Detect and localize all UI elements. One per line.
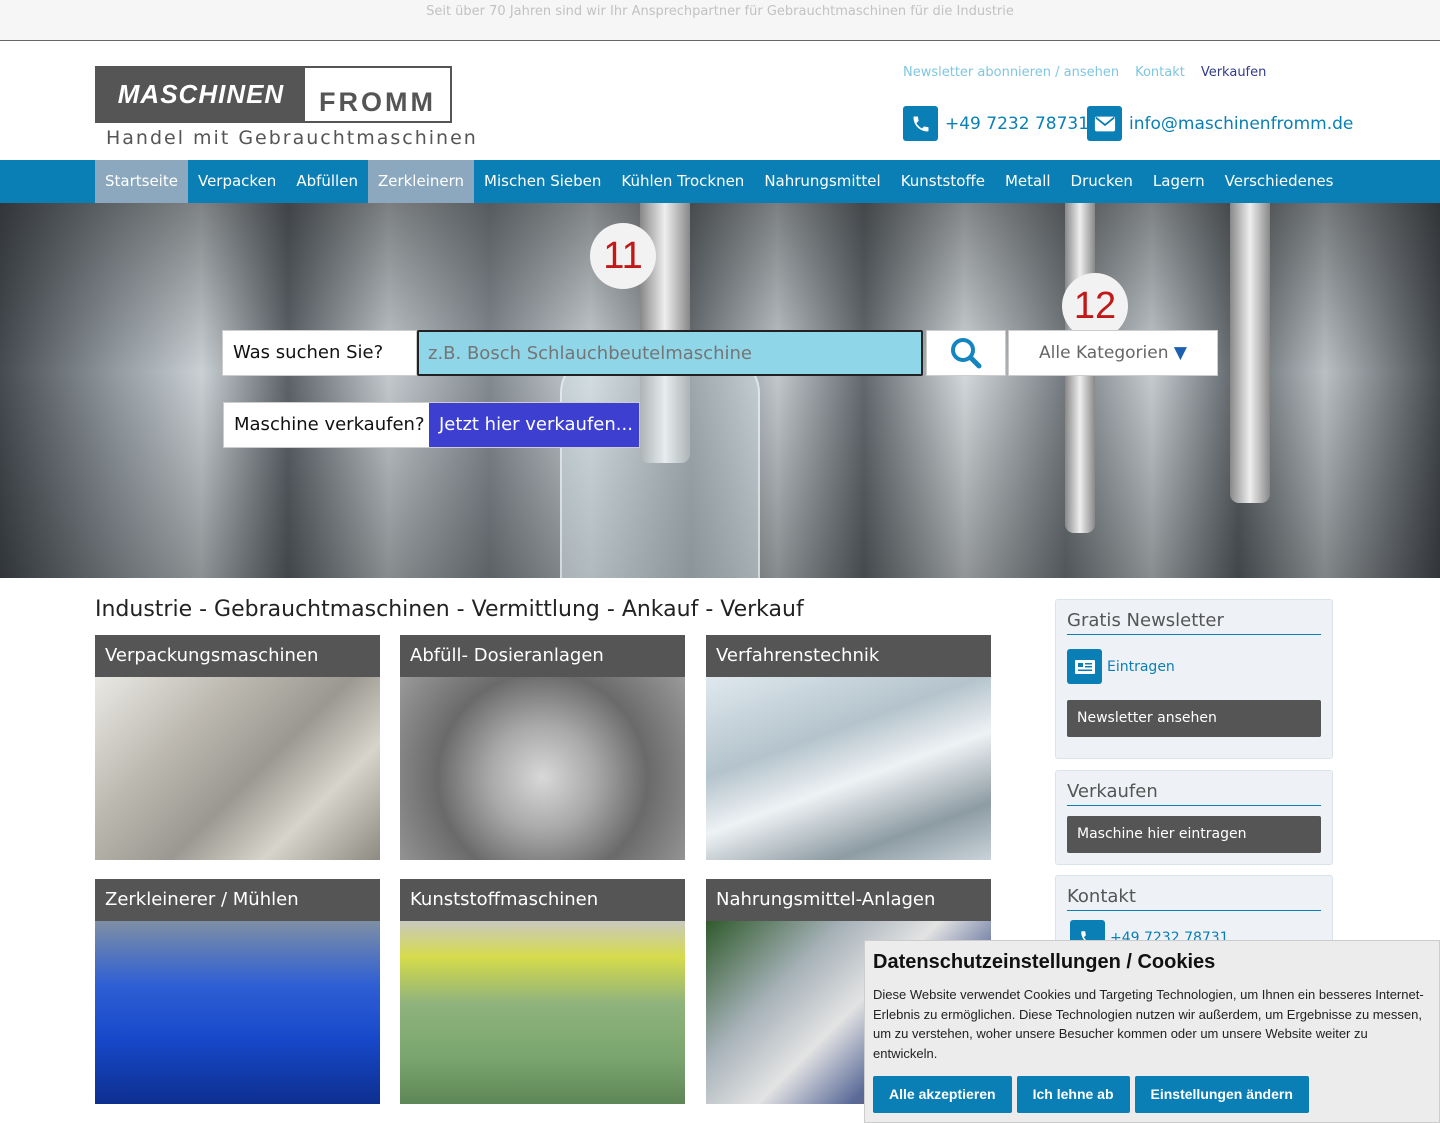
search-icon <box>951 338 982 369</box>
nav-abfuellen[interactable]: Abfüllen <box>286 160 368 203</box>
sell-now-button[interactable]: Jetzt hier verkaufen... <box>429 403 639 447</box>
header-email-address: info@maschinenfromm.de <box>1129 113 1354 134</box>
sell-label: Maschine verkaufen? <box>224 403 429 447</box>
page-title: Industrie - Gebrauchtmaschinen - Vermitt… <box>95 597 804 622</box>
cookie-text: Diese Website verwendet Cookies und Targ… <box>873 987 1424 1061</box>
header-email[interactable]: info@maschinenfromm.de <box>1087 106 1353 141</box>
sell-box: Verkaufen Maschine hier eintragen <box>1055 770 1333 865</box>
newsletter-box-title: Gratis Newsletter <box>1067 610 1321 635</box>
newsletter-box: Gratis Newsletter Eintragen Newsletter a… <box>1055 599 1333 759</box>
tile-title: Kunststoffmaschinen <box>400 879 685 921</box>
contact-box-title: Kontakt <box>1067 886 1321 911</box>
category-select[interactable]: Alle Kategorien ▼ <box>1008 330 1218 376</box>
cookie-title: Datenschutzeinstellungen / Cookies <box>873 951 1216 973</box>
envelope-icon <box>1087 106 1122 141</box>
newsletter-subscribe-label: Eintragen <box>1107 658 1175 675</box>
tile-title: Abfüll- Dosieranlagen <box>400 635 685 677</box>
nav-lagern[interactable]: Lagern <box>1143 160 1215 203</box>
category-tile[interactable]: Kunststoffmaschinen <box>400 879 685 1104</box>
cookie-decline-button[interactable]: Ich lehne ab <box>1016 1076 1130 1113</box>
tile-title: Nahrungsmittel-Anlagen <box>706 879 991 921</box>
header-links: Newsletter abonnieren / ansehen Kontakt … <box>903 65 1266 80</box>
cookie-buttons: Alle akzeptieren Ich lehne ab Einstellun… <box>873 1076 1431 1113</box>
header-phone-number: +49 7232 78731 <box>945 113 1090 134</box>
header-phone[interactable]: +49 7232 78731 <box>903 106 1089 141</box>
sell-machine-button[interactable]: Maschine hier eintragen <box>1067 816 1321 853</box>
hero-pipe <box>1230 203 1270 503</box>
top-info-bar: Seit über 70 Jahren sind wir Ihr Ansprec… <box>0 0 1440 41</box>
nav-mischen-sieben[interactable]: Mischen Sieben <box>474 160 611 203</box>
tile-image <box>95 677 380 860</box>
nav-metall[interactable]: Metall <box>995 160 1061 203</box>
category-select-value: Alle Kategorien <box>1039 343 1169 363</box>
tile-image <box>400 921 685 1104</box>
phone-icon <box>903 106 938 141</box>
newsletter-subscribe-link[interactable]: Eintragen <box>1067 649 1321 684</box>
newsletter-icon <box>1067 649 1102 684</box>
chevron-down-icon: ▼ <box>1173 343 1187 363</box>
tile-title: Zerkleinerer / Mühlen <box>95 879 380 921</box>
verkaufen-link[interactable]: Verkaufen <box>1201 65 1267 80</box>
category-tile[interactable]: Verpackungsmaschinen <box>95 635 380 860</box>
tile-title: Verfahrenstechnik <box>706 635 991 677</box>
nav-verpacken[interactable]: Verpacken <box>188 160 286 203</box>
nav-verschiedenes[interactable]: Verschiedenes <box>1215 160 1344 203</box>
search-button[interactable] <box>926 330 1006 376</box>
nav-zerkleinern[interactable]: Zerkleinern <box>367 160 475 203</box>
search-label: Was suchen Sie? <box>222 330 417 376</box>
hero-bottle <box>560 353 760 578</box>
sell-bar: Maschine verkaufen? Jetzt hier verkaufen… <box>223 402 640 448</box>
logo-maschinen: MASCHINEN <box>97 68 305 121</box>
tile-title: Verpackungsmaschinen <box>95 635 380 677</box>
nav-drucken[interactable]: Drucken <box>1061 160 1143 203</box>
cookie-accept-button[interactable]: Alle akzeptieren <box>873 1076 1012 1113</box>
top-info-text: Seit über 70 Jahren sind wir Ihr Ansprec… <box>426 4 1014 19</box>
category-tile[interactable]: Abfüll- Dosieranlagen <box>400 635 685 860</box>
nav-kunststoffe[interactable]: Kunststoffe <box>891 160 995 203</box>
newsletter-view-button[interactable]: Newsletter ansehen <box>1067 700 1321 737</box>
hero-number-11: 11 <box>590 223 656 289</box>
logo-tagline: Handel mit Gebrauchtmaschinen <box>106 127 478 149</box>
cookie-consent-dialog: Datenschutzeinstellungen / Cookies Diese… <box>864 940 1440 1123</box>
nav-nahrungsmittel[interactable]: Nahrungsmittel <box>754 160 890 203</box>
tile-image <box>400 677 685 860</box>
sell-box-title: Verkaufen <box>1067 781 1321 806</box>
kontakt-link[interactable]: Kontakt <box>1135 65 1185 80</box>
hero-banner: 11 12 <box>0 203 1440 578</box>
cookie-settings-button[interactable]: Einstellungen ändern <box>1134 1076 1309 1113</box>
tile-image <box>706 677 991 860</box>
category-tile[interactable]: Verfahrenstechnik <box>706 635 991 860</box>
main-navigation: Startseite Verpacken Abfüllen Zerkleiner… <box>0 160 1440 203</box>
search-input[interactable] <box>417 330 923 376</box>
category-tile[interactable]: Zerkleinerer / Mühlen <box>95 879 380 1104</box>
search-bar: Was suchen Sie? Alle Kategorien ▼ <box>222 330 1218 376</box>
logo-fromm: FROMM <box>319 87 436 117</box>
nav-startseite[interactable]: Startseite <box>95 160 188 203</box>
tile-image <box>95 921 380 1104</box>
nav-kuehlen-trocknen[interactable]: Kühlen Trocknen <box>611 160 754 203</box>
newsletter-link[interactable]: Newsletter abonnieren / ansehen <box>903 65 1119 80</box>
site-logo[interactable]: MASCHINEN FROMM <box>95 66 452 123</box>
